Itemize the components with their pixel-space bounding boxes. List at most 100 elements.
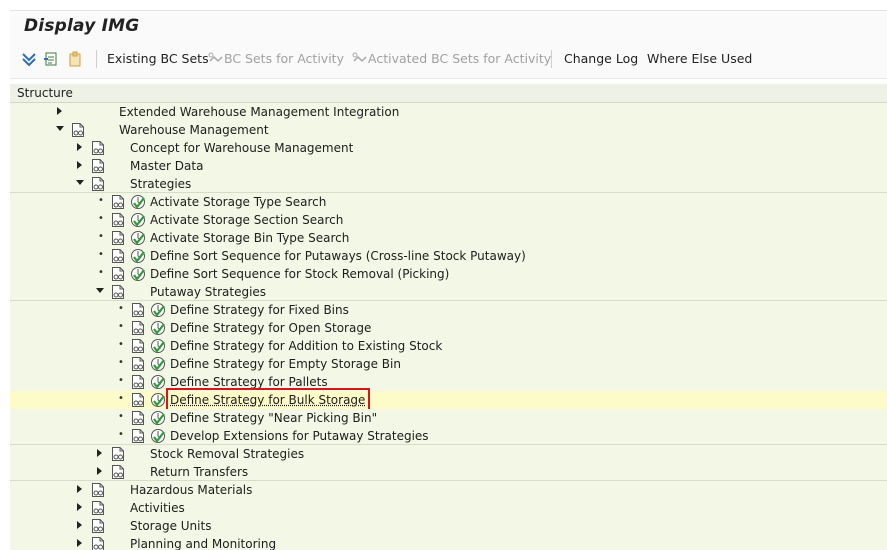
documentation-icon[interactable] xyxy=(130,392,146,408)
change-log-button[interactable]: Change Log xyxy=(564,51,638,66)
documentation-icon[interactable] xyxy=(110,212,126,228)
tree-row[interactable]: Master Data xyxy=(10,157,887,175)
expand-node-icon[interactable] xyxy=(96,449,104,459)
tree-node-label[interactable]: Define Strategy "Near Picking Bin" xyxy=(170,411,377,425)
tree-node-label[interactable]: Stock Removal Strategies xyxy=(150,447,304,461)
execute-activity-icon[interactable] xyxy=(130,230,146,246)
tree-row[interactable]: Extended Warehouse Management Integratio… xyxy=(10,103,887,121)
tree-row[interactable]: Stock Removal Strategies xyxy=(10,445,887,463)
documentation-icon[interactable] xyxy=(110,194,126,210)
execute-activity-icon[interactable] xyxy=(150,410,166,426)
tree-node-label[interactable]: Define Strategy for Empty Storage Bin xyxy=(170,357,401,371)
documentation-icon[interactable] xyxy=(90,518,106,534)
tree-row[interactable]: Strategies xyxy=(10,175,887,193)
tree-node-label[interactable]: Define Strategy for Fixed Bins xyxy=(170,303,349,317)
tree-node-label[interactable]: Define Strategy for Open Storage xyxy=(170,321,371,335)
execute-activity-icon[interactable] xyxy=(150,302,166,318)
execute-activity-icon[interactable] xyxy=(150,320,166,336)
expand-node-icon[interactable] xyxy=(96,467,104,477)
documentation-icon[interactable] xyxy=(90,176,106,192)
collapse-node-icon[interactable] xyxy=(76,179,84,189)
execute-activity-icon[interactable] xyxy=(150,338,166,354)
documentation-icon[interactable] xyxy=(90,140,106,156)
where-else-used-button[interactable]: Where Else Used xyxy=(647,51,752,66)
activated-bc-sets-button[interactable]: Activated BC Sets for Activity xyxy=(368,51,551,66)
documentation-icon[interactable] xyxy=(130,410,146,426)
documentation-icon[interactable] xyxy=(110,266,126,282)
execute-activity-icon[interactable] xyxy=(130,248,146,264)
documentation-icon[interactable] xyxy=(130,338,146,354)
expand-node-icon[interactable] xyxy=(56,107,64,117)
documentation-icon[interactable] xyxy=(130,356,146,372)
tree-node-label[interactable]: Extended Warehouse Management Integratio… xyxy=(119,105,399,119)
bc-sets-for-activity-button[interactable]: BC Sets for Activity xyxy=(224,51,344,66)
tree-row[interactable]: • Define Strategy for Pallets xyxy=(10,373,887,391)
tree-node-label[interactable]: Planning and Monitoring xyxy=(130,537,276,550)
tree-row[interactable]: • Define Strategy for Empty Storage Bin xyxy=(10,355,887,373)
existing-bc-sets-button[interactable]: Existing BC Sets xyxy=(107,51,209,66)
tree-row[interactable]: Storage Units xyxy=(10,517,887,535)
tree-node-label[interactable]: Define Strategy for Addition to Existing… xyxy=(170,339,442,353)
tree-node-label[interactable]: Develop Extensions for Putaway Strategie… xyxy=(170,429,429,443)
expand-node-icon[interactable] xyxy=(76,521,84,531)
execute-activity-icon[interactable] xyxy=(130,212,146,228)
tree-node-label[interactable]: Putaway Strategies xyxy=(150,285,266,299)
tree-node-label[interactable]: Warehouse Management xyxy=(119,123,269,137)
tree-row[interactable]: • Define Strategy for Addition to Existin… xyxy=(10,337,887,355)
tree-row[interactable]: • Activate Storage Type Search xyxy=(10,193,887,211)
tree-node-label[interactable]: Master Data xyxy=(130,159,203,173)
tree-row[interactable]: Activities xyxy=(10,499,887,517)
documentation-icon[interactable] xyxy=(110,284,126,300)
tree-row[interactable]: • Define Strategy for Fixed Bins xyxy=(10,301,887,319)
documentation-icon[interactable] xyxy=(130,374,146,390)
documentation-icon[interactable] xyxy=(130,320,146,336)
tree-row[interactable]: • Define Strategy "Near Picking Bin" xyxy=(10,409,887,427)
tree-node-label[interactable]: Activate Storage Section Search xyxy=(150,213,343,227)
execute-activity-icon[interactable] xyxy=(130,266,146,282)
tree-node-label[interactable]: Define Strategy for Pallets xyxy=(170,375,328,389)
tree-row[interactable]: • Activate Storage Bin Type Search xyxy=(10,229,887,247)
documentation-icon[interactable] xyxy=(90,482,106,498)
tree-row[interactable]: Warehouse Management xyxy=(10,121,887,139)
documentation-icon[interactable] xyxy=(130,302,146,318)
tree-node-label[interactable]: Define Sort Sequence for Stock Removal (… xyxy=(150,267,449,281)
sub-tree-icon[interactable] xyxy=(42,50,60,68)
tree-row[interactable]: Planning and Monitoring xyxy=(10,535,887,550)
execute-activity-icon[interactable] xyxy=(150,356,166,372)
tree-row[interactable]: • Define Sort Sequence for Stock Removal … xyxy=(10,265,887,283)
tree-row[interactable]: Concept for Warehouse Management xyxy=(10,139,887,157)
collapse-node-icon[interactable] xyxy=(56,125,64,135)
tree-row[interactable]: • Develop Extensions for Putaway Strategi… xyxy=(10,427,887,445)
expand-node-icon[interactable] xyxy=(76,143,84,153)
clipboard-icon[interactable] xyxy=(66,50,84,68)
expand-node-icon[interactable] xyxy=(76,485,84,495)
tree-row[interactable]: • Activate Storage Section Search xyxy=(10,211,887,229)
execute-activity-icon[interactable] xyxy=(150,392,166,408)
documentation-icon[interactable] xyxy=(90,158,106,174)
documentation-icon[interactable] xyxy=(130,428,146,444)
tree-node-label[interactable]: Activities xyxy=(130,501,185,515)
documentation-icon[interactable] xyxy=(110,248,126,264)
tree-row[interactable]: • Define Sort Sequence for Putaways (Cros… xyxy=(10,247,887,265)
execute-activity-icon[interactable] xyxy=(130,194,146,210)
tree-row[interactable]: Return Transfers xyxy=(10,463,887,481)
tree-node-label[interactable]: Activate Storage Type Search xyxy=(150,195,326,209)
tree-node-label[interactable]: Return Transfers xyxy=(150,465,248,479)
documentation-icon[interactable] xyxy=(110,446,126,462)
expand-node-icon[interactable] xyxy=(76,503,84,513)
tree-row[interactable]: Hazardous Materials xyxy=(10,481,887,499)
tree-node-label[interactable]: Strategies xyxy=(130,177,191,191)
expand-all-icon[interactable] xyxy=(20,50,38,68)
execute-activity-icon[interactable] xyxy=(150,374,166,390)
tree-row[interactable]: • Define Strategy for Bulk Storage xyxy=(10,391,887,409)
tree-node-label[interactable]: Storage Units xyxy=(130,519,211,533)
documentation-icon[interactable] xyxy=(110,464,126,480)
tree-row[interactable]: Putaway Strategies xyxy=(10,283,887,301)
tree-row[interactable]: • Define Strategy for Open Storage xyxy=(10,319,887,337)
tree-node-label[interactable]: Activate Storage Bin Type Search xyxy=(150,231,349,245)
documentation-icon[interactable] xyxy=(70,122,86,138)
documentation-icon[interactable] xyxy=(90,536,106,550)
tree-node-label[interactable]: Define Sort Sequence for Putaways (Cross… xyxy=(150,249,526,263)
expand-node-icon[interactable] xyxy=(76,161,84,171)
documentation-icon[interactable] xyxy=(90,500,106,516)
